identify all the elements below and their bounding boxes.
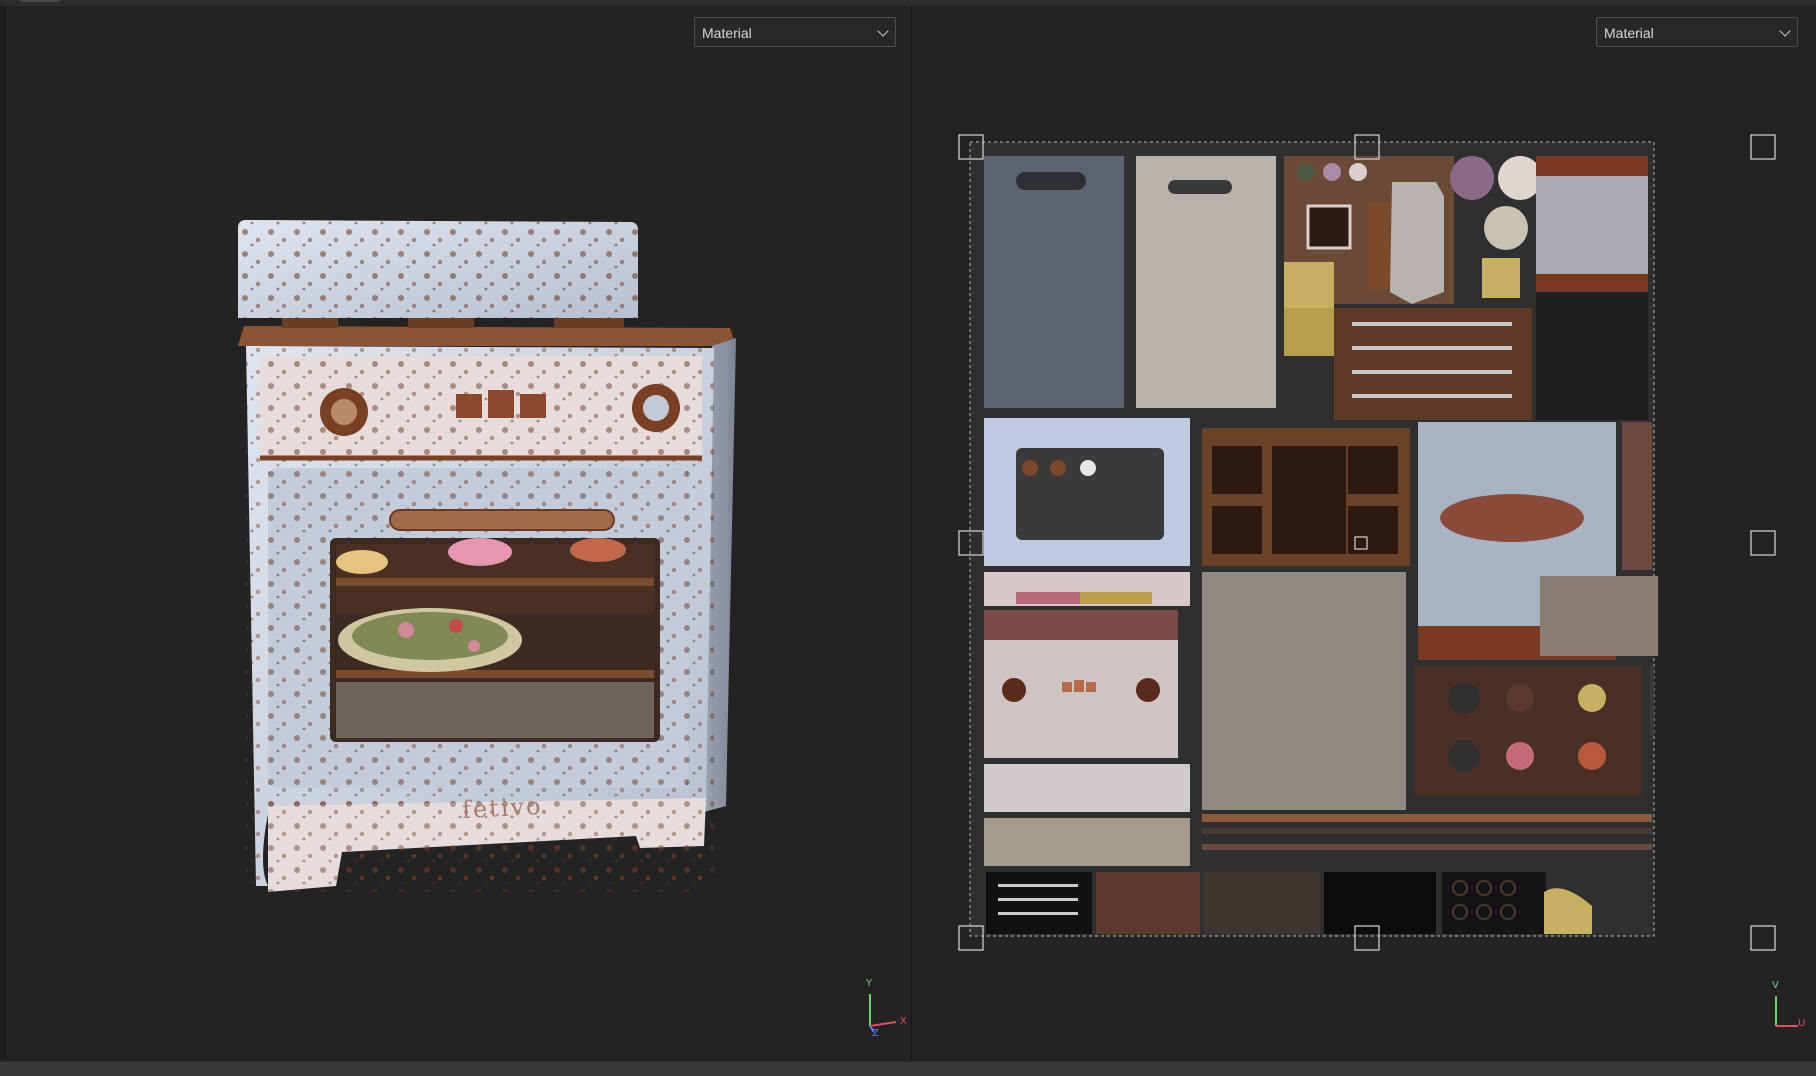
axis-gizmo-uv (1775, 996, 1798, 1027)
top-tab-handle[interactable] (20, 0, 60, 2)
axis-label-y: Y (866, 978, 873, 989)
uv-island (984, 764, 1190, 812)
oven-3d-model[interactable] (6, 6, 910, 1061)
oven-knob-left (320, 388, 368, 436)
viewport-uv[interactable]: Material V U (912, 6, 1816, 1061)
oven-knob-right (632, 384, 680, 432)
uv-island (1202, 572, 1406, 810)
uv-island (1204, 872, 1320, 934)
uv-island (1536, 292, 1648, 420)
oven-brand-text: fetivo (461, 791, 544, 825)
uv-island (1324, 872, 1436, 934)
uv-island (986, 872, 1092, 934)
bottom-status-bar (0, 1061, 1816, 1076)
uv-island (984, 818, 1190, 866)
uv-island (984, 156, 1124, 408)
viewport-3d[interactable]: Material fetivo Y X Z (6, 6, 910, 1061)
axis-label-z: Z (872, 1028, 879, 1039)
uv-island (1650, 666, 1654, 736)
uv-texture-atlas[interactable] (912, 6, 1816, 1061)
axis-gizmo-3d (869, 994, 897, 1033)
axis-label-v: V (1772, 980, 1779, 991)
uv-island (1096, 872, 1200, 934)
axis-label-u: U (1798, 1018, 1806, 1029)
axis-label-x: X (900, 1016, 907, 1027)
oven-door-handle (389, 509, 615, 531)
uv-island (1414, 666, 1642, 796)
oven-logo-tiles (456, 390, 546, 418)
oven-cooktop (238, 326, 736, 346)
